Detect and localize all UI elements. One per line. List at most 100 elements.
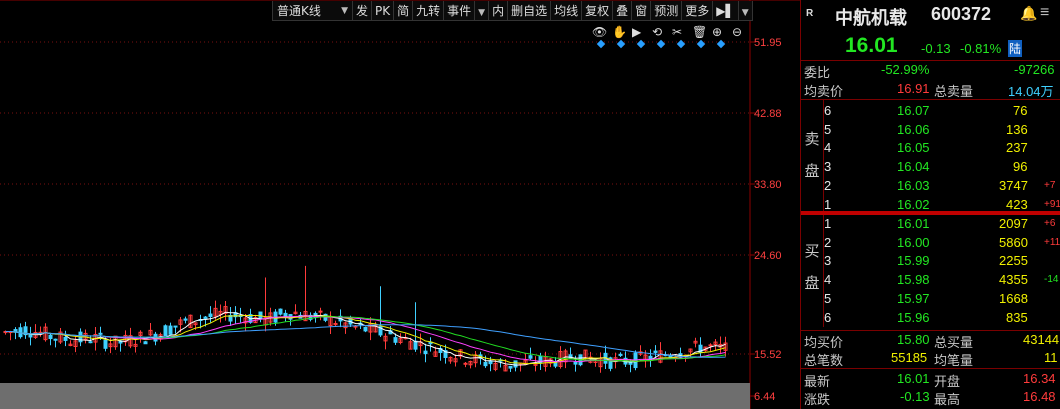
candle-body [103, 339, 108, 349]
price-axis-label: 51.95 [754, 37, 782, 49]
candle-body [278, 308, 283, 315]
r-badge: R [806, 8, 814, 19]
total-trades: 55185 [891, 350, 928, 365]
volume-change: +7 [1044, 179, 1056, 191]
candle-body [88, 341, 93, 344]
stock-trading-window: 51.95 42.88 33.80 24.60 15.52 6.44 👁 ✋ ▶ ⟲ ✂ 🗑 ⊕ ⊖ 普通… [0, 0, 1060, 409]
candle-body [508, 365, 513, 369]
candle-body [483, 361, 488, 367]
candle-body [413, 340, 418, 350]
price-change-pct: -0.81% [960, 41, 1002, 56]
ask-row[interactable]: 5 16.06 136 [801, 121, 1060, 140]
toolbar-item-forecast[interactable]: 预测 [651, 0, 683, 21]
price-axis-label: 15.52 [754, 349, 782, 361]
hand-icon[interactable]: ✋ [612, 25, 627, 39]
marker-diamond-icon [596, 39, 606, 49]
candle-body [98, 332, 103, 335]
price: 15.99 [897, 253, 930, 269]
collapse-panel-icon[interactable]: ▶▌ [713, 0, 739, 21]
candle-body [168, 325, 173, 335]
eye-icon[interactable]: 👁 [592, 25, 607, 39]
ask-row[interactable]: 4 16.05 237 [801, 139, 1060, 158]
toolbar-item-fa[interactable]: 发 [353, 0, 373, 21]
stock-header: R 中航机载 600372 🔔 ≡ [801, 0, 1060, 30]
level: 2 [824, 234, 832, 250]
price: 15.96 [897, 309, 930, 325]
bell-icon[interactable]: 🔔 [1020, 5, 1037, 22]
bid-row[interactable]: 1 16.01 2097 +6 [801, 215, 1060, 234]
bid-row[interactable]: 4 15.98 4355 -14 [801, 271, 1060, 290]
level: 5 [824, 290, 832, 306]
avg-sell-price: 16.91 [897, 81, 930, 96]
toolbar-item-jiuzhuan[interactable]: 九转 [413, 0, 445, 21]
price-change: -0.13 [921, 41, 951, 56]
candle-body [208, 313, 213, 318]
toolbar-item-ma[interactable]: 均线 [551, 0, 583, 21]
avg-trade-label: 均笔量 [934, 353, 974, 368]
marker-diamond-icon [696, 39, 706, 49]
bid-row[interactable]: 6 15.96 835 [801, 309, 1060, 328]
level: 5 [824, 121, 832, 137]
weibi-label: 委比 [804, 65, 831, 80]
candle-body [393, 337, 398, 343]
price: 16.04 [897, 159, 930, 175]
candle-body [163, 325, 168, 337]
ask-row[interactable]: 6 16.07 76 [801, 102, 1060, 121]
ask-row[interactable]: 2 16.03 3747 +7 [801, 177, 1060, 196]
change-value: -0.13 [900, 389, 930, 404]
toolbar-menu-dropdown[interactable]: ▼ [739, 0, 753, 21]
trades-row: 总笔数 55185 均笔量 11 [801, 349, 1060, 368]
candle-body [143, 341, 148, 345]
zoom-out-icon[interactable]: ⊖ [732, 25, 742, 39]
total-buy-volume: 43144 [1023, 332, 1060, 347]
latest-price: 16.01 [845, 34, 898, 57]
total-sell-volume: 14.04万 [1008, 84, 1054, 99]
undo-icon[interactable]: ⟲ [652, 25, 662, 39]
total-sell-label: 总卖量 [934, 84, 974, 99]
period-dropdown[interactable]: 普通K线 ▼ [273, 0, 353, 21]
divider [801, 368, 1060, 369]
candle-body [363, 326, 368, 332]
price: 15.98 [897, 272, 930, 288]
candle-body [528, 355, 533, 359]
toolbar-more-dropdown[interactable]: ▼ [475, 0, 490, 21]
ask-row[interactable]: 3 16.04 96 [801, 158, 1060, 177]
level: 6 [824, 309, 832, 325]
toolbar-item-pk[interactable]: PK [372, 0, 395, 21]
menu-icon[interactable]: ≡ [1040, 4, 1049, 22]
price: 16.06 [897, 121, 930, 137]
volume: 3747 [999, 177, 1028, 193]
bid-row[interactable]: 5 15.97 1668 [801, 290, 1060, 309]
marker-diamond-icon [716, 39, 726, 49]
zoom-in-icon[interactable]: ⊕ [712, 25, 722, 39]
bid-row[interactable]: 3 15.99 2255 [801, 252, 1060, 271]
bid-row[interactable]: 2 16.00 5860 +11 [801, 234, 1060, 253]
avg-sell-row: 均卖价 16.91 总卖量 14.04万 [801, 80, 1060, 99]
toolbar-item-nei[interactable]: 内 [489, 0, 509, 21]
volume-pane-placeholder [0, 383, 750, 409]
toolbar-item-event[interactable]: 事件 [444, 0, 476, 21]
price: 16.00 [897, 234, 930, 250]
toolbar-item-adjust[interactable]: 复权 [582, 0, 614, 21]
open-value: 16.34 [1023, 371, 1056, 386]
price: 16.01 [897, 216, 930, 231]
period-label: 普通K线 [277, 3, 321, 18]
toolbar-item-delete-watch[interactable]: 删自选 [508, 0, 552, 21]
toolbar-item-overlay[interactable]: 叠 [613, 0, 633, 21]
scissors-icon[interactable]: ✂ [672, 25, 682, 39]
chart-toolbar: 普通K线 ▼ 发 PK 简 九转 事件 ▼ 内 删自选 均线 复权 叠 窗 预测 … [272, 0, 753, 21]
volume: 136 [1006, 121, 1028, 137]
latest-value: 16.01 [897, 371, 930, 386]
avg-sell-label: 均卖价 [804, 84, 844, 99]
play-icon[interactable]: ▶ [632, 25, 642, 39]
toolbar-item-more[interactable]: 更多 [682, 0, 714, 21]
kline-chart[interactable]: 51.95 42.88 33.80 24.60 15.52 6.44 👁 ✋ ▶ ⟲ ✂ 🗑 ⊕ ⊖ [0, 0, 800, 409]
toolbar-item-jian[interactable]: 简 [394, 0, 414, 21]
delete-icon[interactable]: 🗑 [692, 25, 707, 39]
volume: 835 [1006, 309, 1028, 325]
weibi-row: 委比 -52.99% -97266 [801, 61, 1060, 80]
marker-diamond-icon [656, 39, 666, 49]
price-axis-label: 42.88 [754, 108, 782, 120]
toolbar-item-window[interactable]: 窗 [632, 0, 652, 21]
candle-body [513, 360, 518, 368]
